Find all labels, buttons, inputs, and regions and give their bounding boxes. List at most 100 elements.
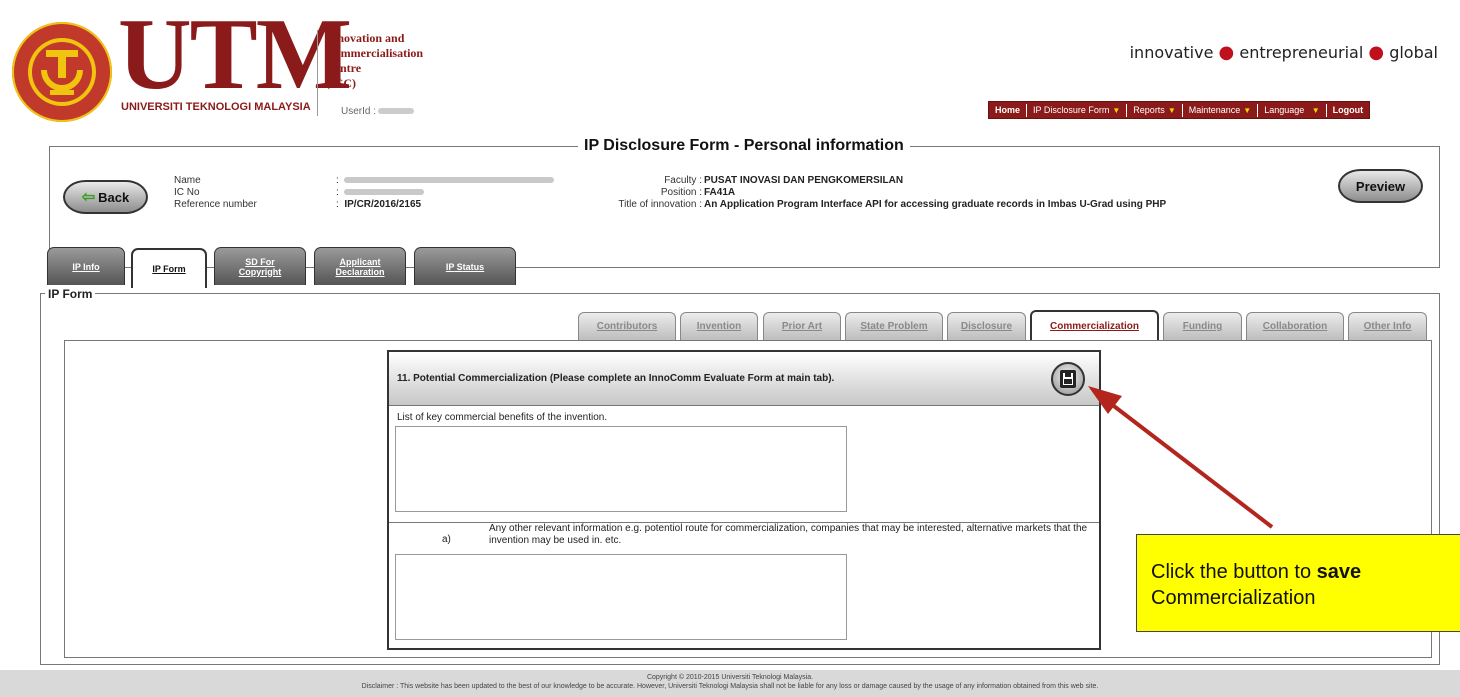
innovation-labels: Faculty : Position : Title of innovation… (592, 175, 702, 211)
tab-ip-status-label: IP Status (445, 261, 485, 272)
bullet-dot-icon: ● (1368, 42, 1385, 63)
position-label: Position : (592, 187, 702, 199)
colon: : (699, 187, 702, 198)
callout-line-2: Commercialization (1151, 587, 1316, 609)
tab-ip-info-label: IP Info (72, 261, 100, 272)
centre-line-1: Innovation and (326, 31, 405, 45)
tab-sd-line-1: SD For (245, 256, 275, 267)
ic-label: IC No (174, 187, 200, 198)
position-value: FA41A (704, 187, 736, 198)
other-info-textarea[interactable] (395, 554, 847, 640)
nav-language[interactable]: Language ▼ (1258, 103, 1327, 117)
user-id: UserId : (341, 106, 415, 117)
innovation-label-text: Title of innovation (618, 199, 697, 210)
dropdown-caret-icon: ▼ (1167, 105, 1176, 115)
nav-logout[interactable]: Logout (1327, 104, 1370, 117)
centre-line-3: Centre (326, 61, 362, 75)
other-info-prompt: Any other relevant information e.g. pote… (489, 523, 1088, 546)
tab-disclosure[interactable]: Disclosure (947, 312, 1026, 340)
tagline-global: global (1389, 43, 1438, 62)
tab-collaboration[interactable]: Collaboration (1246, 312, 1344, 340)
colon: : (336, 199, 339, 210)
ic-redacted (344, 189, 425, 196)
nav-language-label: Language (1264, 104, 1305, 115)
tab-disclosure-label: Disclosure (960, 321, 1013, 332)
name-label: Name (174, 175, 201, 186)
nav-maintenance[interactable]: Maintenance ▼ (1183, 103, 1259, 117)
innovation-title-value: An Application Program Interface API for… (704, 199, 1167, 210)
tab-commercialization[interactable]: Commercialization (1030, 310, 1159, 341)
header-divider (317, 30, 318, 116)
nav-home[interactable]: Home (989, 103, 1028, 117)
tab-sd-for-copyright[interactable]: SD For Copyright (214, 247, 306, 285)
page-header: UTM UNIVERSITI TEKNOLOGI MALAYSIA Innova… (0, 0, 1460, 122)
benefits-label: List of key commercial benefits of the i… (397, 412, 608, 423)
tab-prior-art[interactable]: Prior Art (763, 312, 841, 340)
instruction-callout: Click the button to save Commercializati… (1136, 534, 1460, 632)
footer-disclaimer: Disclaimer : This website has been updat… (361, 683, 1099, 690)
name-redacted (344, 177, 555, 184)
position-label-text: Position (660, 187, 697, 198)
reference-label: Reference number (174, 199, 257, 210)
tab-sd-line-2: Copyright (238, 266, 282, 277)
nav-reports-label: Reports (1133, 104, 1165, 115)
faculty-label: Faculty : (592, 175, 702, 187)
tab-applicant-line-2: Declaration (335, 266, 385, 277)
utm-logo-text: UTM (118, 0, 352, 111)
innovation-values: PUSAT INOVASI DAN PENGKOMERSILAN FA41A A… (704, 175, 1166, 211)
tab-applicant-declaration[interactable]: Applicant Declaration (314, 247, 406, 285)
tab-state-problem[interactable]: State Problem (845, 312, 943, 340)
faculty-value: PUSAT INOVASI DAN PENGKOMERSILAN (704, 175, 904, 186)
ic-value: : (336, 187, 554, 199)
callout-line-1: Click the button to save (1151, 559, 1460, 585)
nav-reports[interactable]: Reports ▼ (1127, 103, 1183, 117)
tab-funding-label: Funding (1182, 321, 1223, 332)
tab-commercialization-label: Commercialization (1050, 321, 1139, 332)
section-title: 11. Potential Commercialization (Please … (397, 373, 835, 384)
personal-info-title: IP Disclosure Form - Personal informatio… (578, 137, 910, 155)
personal-values: : : : IP/CR/2016/2165 (336, 175, 555, 211)
tab-ip-form[interactable]: IP Form (131, 248, 207, 288)
colon: : (699, 175, 702, 186)
tagline: innovative ● entrepreneurial ● global (1130, 42, 1438, 63)
commercialization-section: 11. Potential Commercialization (Please … (387, 350, 1101, 650)
name-value: : (336, 175, 555, 187)
colon: : (336, 187, 339, 198)
section-header: 11. Potential Commercialization (Please … (389, 352, 1099, 406)
colon: : (699, 199, 702, 210)
dropdown-caret-icon: ▼ (1243, 105, 1252, 115)
utm-seal-logo (12, 22, 112, 122)
centre-line-4: (ICC) (326, 76, 356, 90)
centre-name: Innovation and Commercialisation Centre … (326, 31, 423, 91)
tab-ip-form-label: IP Form (152, 264, 186, 274)
dropdown-caret-icon: ▼ (1112, 105, 1121, 115)
sub-item-marker: a) (442, 534, 451, 545)
bullet-dot-icon: ● (1218, 42, 1235, 63)
preview-button[interactable]: Preview (1338, 169, 1423, 203)
tab-state-problem-label: State Problem (860, 321, 928, 332)
tagline-innovative: innovative (1129, 43, 1214, 62)
benefits-textarea[interactable] (395, 426, 847, 512)
callout-bold-text: save (1316, 561, 1362, 583)
tab-contributors[interactable]: Contributors (578, 312, 676, 340)
innovation-title-label: Title of innovation : (592, 199, 702, 211)
back-button[interactable]: ⇦ Back (63, 180, 148, 214)
tab-ip-status[interactable]: IP Status (414, 247, 516, 285)
user-id-redacted (378, 108, 415, 115)
tab-funding[interactable]: Funding (1163, 312, 1242, 340)
tab-invention[interactable]: Invention (680, 312, 758, 340)
tab-other-info[interactable]: Other Info (1348, 312, 1427, 340)
top-navigation: Home IP Disclosure Form ▼ Reports ▼ Mainte… (988, 101, 1371, 119)
tab-applicant-label: Applicant Declaration (335, 257, 384, 277)
nav-maintenance-label: Maintenance (1188, 104, 1241, 115)
nav-ip-disclosure-form[interactable]: IP Disclosure Form ▼ (1027, 103, 1128, 117)
save-button[interactable] (1051, 362, 1085, 396)
nav-ip-disclosure-label: IP Disclosure Form (1033, 104, 1110, 115)
page-footer: Copyright © 2010-2015 Universiti Teknolo… (0, 670, 1460, 697)
personal-labels: Name IC No Reference number (174, 175, 257, 211)
tagline-entrepreneurial: entrepreneurial (1239, 43, 1364, 62)
reference-number: IP/CR/2016/2165 (344, 199, 422, 210)
tab-ip-info[interactable]: IP Info (47, 247, 125, 285)
nav-logout-label: Logout (1332, 104, 1364, 115)
ip-form-title: IP Form (45, 287, 96, 301)
